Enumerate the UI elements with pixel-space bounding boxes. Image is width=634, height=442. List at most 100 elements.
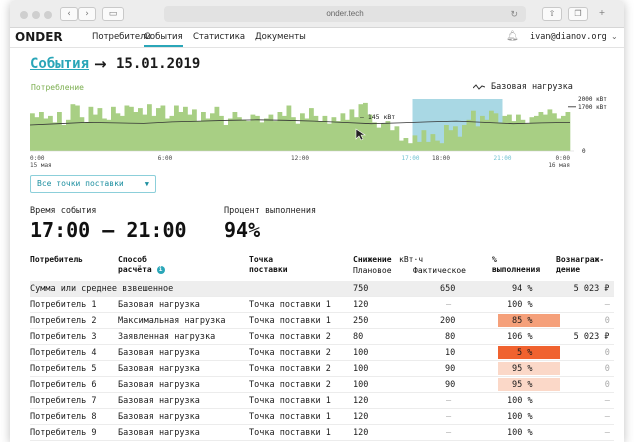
zoom-window-button[interactable] <box>44 11 52 19</box>
consumption-bar[interactable] <box>277 112 283 151</box>
consumption-bar[interactable] <box>358 104 364 151</box>
consumption-bar[interactable] <box>538 112 544 151</box>
consumption-bar[interactable] <box>363 102 368 151</box>
consumption-bar[interactable] <box>534 115 539 151</box>
consumption-bar[interactable] <box>201 112 206 151</box>
col-method[interactable]: Способ расчёта i <box>118 255 165 275</box>
nav-item-events[interactable]: События <box>144 32 183 47</box>
consumption-bar[interactable] <box>52 122 58 151</box>
consumption-bar[interactable] <box>520 119 526 151</box>
consumption-bar[interactable] <box>223 125 229 151</box>
consumption-bar[interactable] <box>345 119 350 151</box>
consumption-bar[interactable] <box>147 104 152 151</box>
address-bar[interactable]: onder.tech ↻ <box>164 6 526 22</box>
consumption-bar[interactable] <box>417 141 422 151</box>
user-menu[interactable]: ivan@dianov.org <box>530 32 607 42</box>
consumption-bar[interactable] <box>493 113 499 151</box>
consumption-bar[interactable] <box>448 130 454 151</box>
consumption-bar[interactable] <box>192 109 197 151</box>
consumption-bar[interactable] <box>381 123 386 151</box>
consumption-bar[interactable] <box>336 121 341 151</box>
consumption-bar[interactable] <box>516 114 521 151</box>
consumption-bar[interactable] <box>385 121 391 151</box>
consumption-bar[interactable] <box>525 123 530 151</box>
table-row[interactable]: Потребитель 8 Базовая нагрузка Точка поста… <box>30 409 614 425</box>
consumption-bar[interactable] <box>484 119 490 151</box>
consumption-bar[interactable] <box>30 113 35 151</box>
forward-button[interactable]: › <box>78 7 96 21</box>
consumption-bar[interactable] <box>507 114 512 151</box>
consumption-bar[interactable] <box>282 115 287 151</box>
share-icon[interactable]: ⇧ <box>542 7 562 21</box>
table-row[interactable]: Потребитель 6 Базовая нагрузка Точка поста… <box>30 377 614 393</box>
consumption-bar[interactable] <box>466 119 472 151</box>
col-actual[interactable]: Фактическое <box>413 266 466 276</box>
new-tab-icon[interactable]: + <box>594 7 610 21</box>
consumption-bar[interactable] <box>480 115 485 151</box>
consumption-bar[interactable] <box>264 118 269 152</box>
consumption-bar[interactable] <box>210 113 215 151</box>
consumption-bar[interactable] <box>156 108 161 151</box>
chevron-down-icon[interactable]: ⌄ <box>611 32 618 41</box>
nav-item-consumers[interactable]: Потребители <box>92 32 151 42</box>
consumption-bar[interactable] <box>75 105 80 152</box>
consumption-bar[interactable] <box>399 140 404 151</box>
consumption-bar[interactable] <box>552 113 557 151</box>
consumption-bar[interactable] <box>529 117 535 151</box>
consumption-bar[interactable] <box>304 118 310 152</box>
consumption-bar[interactable] <box>259 122 265 151</box>
col-point[interactable]: Точка поставки <box>249 255 288 275</box>
consumption-bar[interactable] <box>129 106 134 151</box>
consumption-bar[interactable] <box>273 121 278 151</box>
consumption-bar[interactable] <box>421 130 427 151</box>
consumption-bar[interactable] <box>183 106 188 151</box>
consumption-bar[interactable] <box>102 118 107 152</box>
consumption-bar[interactable] <box>295 123 301 151</box>
consumption-bar[interactable] <box>88 106 94 151</box>
col-percent[interactable]: % выполнения <box>492 255 540 275</box>
consumption-bar[interactable] <box>426 141 431 151</box>
info-icon[interactable]: i <box>156 265 165 274</box>
consumption-bar[interactable] <box>291 117 296 151</box>
consumption-bar[interactable] <box>403 138 409 151</box>
col-reduction[interactable]: Снижение <box>353 255 392 265</box>
table-row[interactable]: Потребитель 5 Базовая нагрузка Точка поста… <box>30 361 614 377</box>
consumption-bar[interactable] <box>70 104 76 151</box>
consumption-bar[interactable] <box>439 143 445 151</box>
consumption-bar[interactable] <box>111 106 116 151</box>
logo[interactable]: ONDER <box>15 30 63 44</box>
delivery-point-select[interactable]: Все точки поставки ▼ <box>30 175 156 193</box>
consumption-bar[interactable] <box>318 121 323 151</box>
consumption-bar[interactable] <box>394 126 400 151</box>
consumption-bar[interactable] <box>475 126 481 151</box>
consumption-bar[interactable] <box>565 112 571 151</box>
consumption-bar[interactable] <box>174 105 179 152</box>
consumption-bar[interactable] <box>246 121 251 151</box>
tabs-icon[interactable]: ❐ <box>568 7 588 21</box>
consumption-bar[interactable] <box>502 115 508 151</box>
consumption-bar[interactable] <box>444 125 449 151</box>
consumption-bar[interactable] <box>300 113 305 151</box>
consumption-bar[interactable] <box>151 115 157 151</box>
consumption-bar[interactable] <box>165 118 170 152</box>
consumption-bar[interactable] <box>543 114 548 151</box>
consumption-bar[interactable] <box>97 108 103 151</box>
consumption-bar[interactable] <box>511 121 517 151</box>
breadcrumb-events[interactable]: События <box>30 56 89 72</box>
consumption-bar[interactable] <box>390 130 395 151</box>
table-summary-row[interactable]: Сумма или среднее взвешенное 750 650 94 % 5 … <box>30 281 614 297</box>
consumption-bar[interactable] <box>187 114 193 151</box>
consumption-bar[interactable] <box>457 136 463 151</box>
consumption-bar[interactable] <box>232 112 238 151</box>
consumption-bar[interactable] <box>408 143 413 151</box>
consumption-bar[interactable] <box>106 119 112 151</box>
consumption-bar[interactable] <box>138 108 143 151</box>
consumption-bar[interactable] <box>214 106 220 151</box>
consumption-chart[interactable]: — 145 кВт2000 кВт1700 кВт00:0015 мая6:00… <box>30 95 614 167</box>
consumption-bar[interactable] <box>327 123 332 151</box>
consumption-bar[interactable] <box>115 113 121 151</box>
consumption-bar[interactable] <box>498 122 503 151</box>
consumption-bar[interactable] <box>309 108 314 151</box>
consumption-bar[interactable] <box>349 109 355 151</box>
consumption-bar[interactable] <box>48 115 53 151</box>
